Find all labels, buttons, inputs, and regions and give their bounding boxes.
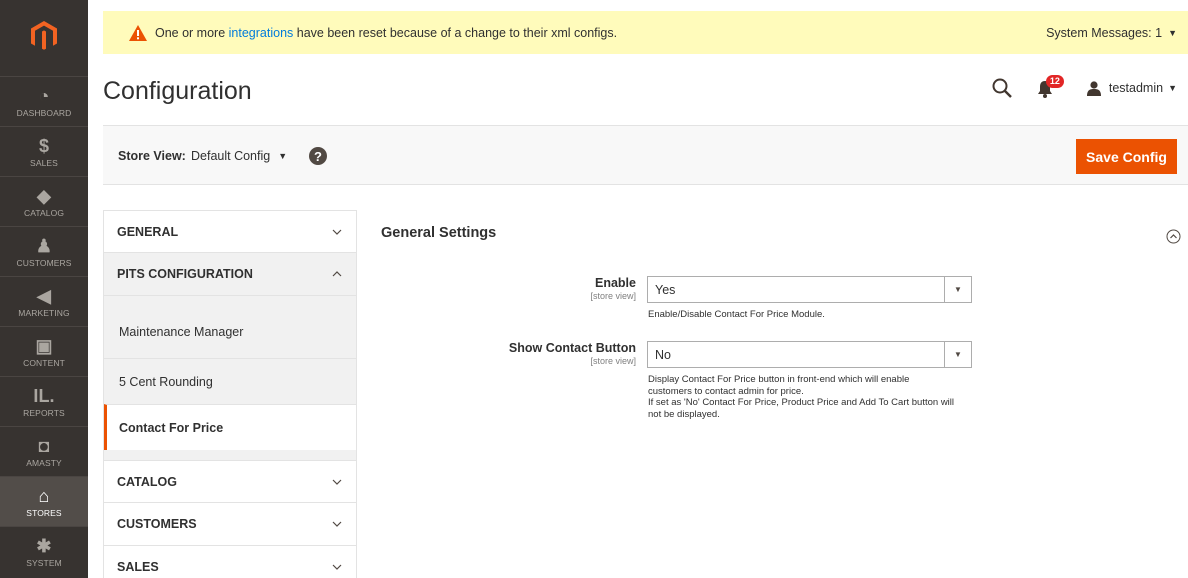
store-view-bar: Store View: Default Config ▼ ? Save Conf… bbox=[103, 125, 1188, 185]
system-message-text: One or more integrations have been reset… bbox=[155, 25, 618, 40]
tab-label: PITS CONFIGURATION bbox=[117, 267, 253, 281]
tab-item-contact-for-price[interactable]: Contact For Price bbox=[104, 404, 356, 450]
username: testadmin bbox=[1108, 81, 1164, 95]
bar-chart-icon: ıl. bbox=[33, 385, 55, 406]
help-icon[interactable]: ? bbox=[309, 147, 327, 165]
menu-item-amasty[interactable]: ◘ AMASTY bbox=[0, 426, 88, 476]
box-icon: ◆ bbox=[37, 185, 51, 206]
field-note-enable: Enable/Disable Contact For Price Module. bbox=[648, 309, 825, 320]
system-messages-toggle[interactable]: System Messages: 1 ▼ bbox=[1046, 11, 1177, 54]
menu-item-label: DASHBOARD bbox=[16, 108, 72, 118]
chevron-down-icon bbox=[332, 564, 342, 570]
menu-item-dashboard[interactable]: ◔ DASHBOARD bbox=[0, 76, 88, 126]
menu-item-customers[interactable]: ♟ CUSTOMERS bbox=[0, 226, 88, 276]
menu-item-label: STORES bbox=[26, 508, 62, 518]
dollar-icon: $ bbox=[38, 135, 50, 156]
dashboard-icon: ◔ bbox=[38, 85, 50, 106]
chevron-down-icon bbox=[332, 521, 342, 527]
store-view-value: Default Config bbox=[191, 149, 271, 163]
warning-icon bbox=[129, 24, 147, 41]
menu-item-content[interactable]: ▣ CONTENT bbox=[0, 326, 88, 376]
tab-pits-configuration[interactable]: PITS CONFIGURATION bbox=[103, 253, 357, 296]
amasty-icon: ◘ bbox=[38, 435, 50, 456]
system-messages-count: System Messages: 1 bbox=[1046, 25, 1163, 40]
chevron-down-icon bbox=[332, 229, 342, 235]
search-icon[interactable] bbox=[991, 77, 1013, 99]
store-view-label: Store View: bbox=[118, 149, 186, 163]
menu-item-system[interactable]: ✱ SYSTEM bbox=[0, 526, 88, 576]
menu-item-sales[interactable]: $ SALES bbox=[0, 126, 88, 176]
enable-select[interactable]: Yes ▼ bbox=[647, 276, 972, 303]
caret-down-icon: ▼ bbox=[1168, 83, 1177, 93]
tab-general[interactable]: GENERAL bbox=[103, 210, 357, 253]
field-scope: [store view] bbox=[590, 291, 636, 301]
tab-item-5-cent-rounding[interactable]: 5 Cent Rounding bbox=[104, 358, 356, 404]
chevron-down-icon bbox=[332, 479, 342, 485]
tab-label: CATALOG bbox=[117, 474, 177, 489]
menu-item-reports[interactable]: ıl. REPORTS bbox=[0, 376, 88, 426]
select-value: Yes bbox=[655, 282, 676, 297]
caret-down-icon: ▼ bbox=[944, 277, 971, 302]
tab-customers[interactable]: CUSTOMERS bbox=[103, 503, 357, 546]
tab-sales[interactable]: SALES bbox=[103, 546, 357, 578]
caret-down-icon: ▼ bbox=[278, 151, 288, 161]
menu-item-marketing[interactable]: ◀ MARKETING bbox=[0, 276, 88, 326]
user-icon bbox=[1086, 80, 1101, 96]
tab-item-maintenance-manager[interactable]: Maintenance Manager bbox=[104, 296, 356, 358]
gear-icon: ✱ bbox=[36, 535, 52, 556]
header-actions: 12 testadmin ▼ bbox=[991, 75, 1177, 100]
notifications-badge: 12 bbox=[1045, 75, 1064, 88]
menu-item-stores[interactable]: ⌂ STORES bbox=[0, 476, 88, 526]
tab-label: SALES bbox=[117, 560, 159, 574]
pits-configuration-items: Maintenance Manager 5 Cent Rounding Cont… bbox=[103, 296, 357, 460]
save-config-button[interactable]: Save Config bbox=[1076, 139, 1177, 174]
menu-item-label: AMASTY bbox=[26, 458, 62, 468]
admin-menu: ◔ DASHBOARD $ SALES ◆ CATALOG ♟ CUSTOMER… bbox=[0, 0, 88, 578]
caret-down-icon: ▼ bbox=[944, 342, 971, 367]
tab-label: CUSTOMERS bbox=[117, 517, 197, 531]
field-label-enable: Enable bbox=[595, 276, 636, 290]
user-account-menu[interactable]: testadmin ▼ bbox=[1086, 80, 1177, 96]
page-title: Configuration bbox=[103, 77, 252, 105]
menu-item-label: SYSTEM bbox=[26, 558, 62, 568]
menu-item-label: CATALOG bbox=[23, 208, 65, 218]
chevron-up-icon bbox=[332, 271, 342, 277]
menu-item-label: CUSTOMERS bbox=[16, 258, 72, 268]
megaphone-icon: ◀ bbox=[37, 285, 51, 306]
notifications-button[interactable]: 12 bbox=[1037, 75, 1064, 99]
field-label-show-contact-button: Show Contact Button bbox=[508, 341, 636, 355]
layout-icon: ▣ bbox=[35, 335, 53, 356]
menu-item-catalog[interactable]: ◆ CATALOG bbox=[0, 176, 88, 226]
section-title[interactable]: General Settings bbox=[381, 225, 496, 241]
menu-item-label: REPORTS bbox=[23, 408, 65, 418]
select-value: No bbox=[655, 347, 671, 362]
caret-down-icon: ▼ bbox=[1168, 27, 1177, 38]
show-contact-button-select[interactable]: No ▼ bbox=[647, 341, 972, 368]
menu-item-label: CONTENT bbox=[23, 358, 65, 368]
system-message-bar: One or more integrations have been reset… bbox=[103, 11, 1188, 54]
collapse-section-icon[interactable] bbox=[1166, 229, 1181, 244]
field-note-show-contact-button: Display Contact For Price button in fron… bbox=[648, 374, 955, 420]
tab-label: GENERAL bbox=[117, 224, 179, 239]
magento-logo-icon[interactable] bbox=[0, 0, 88, 72]
person-icon: ♟ bbox=[35, 235, 53, 256]
config-tabs: GENERAL PITS CONFIGURATION Maintenance M… bbox=[103, 210, 357, 578]
store-view-switcher[interactable]: Default Config ▼ bbox=[191, 126, 287, 186]
field-scope: [store view] bbox=[590, 356, 636, 366]
store-icon: ⌂ bbox=[38, 485, 50, 506]
integrations-link[interactable]: integrations bbox=[229, 26, 294, 40]
tab-catalog[interactable]: CATALOG bbox=[103, 460, 357, 503]
menu-item-label: MARKETING bbox=[18, 308, 70, 318]
menu-item-label: SALES bbox=[30, 158, 58, 168]
